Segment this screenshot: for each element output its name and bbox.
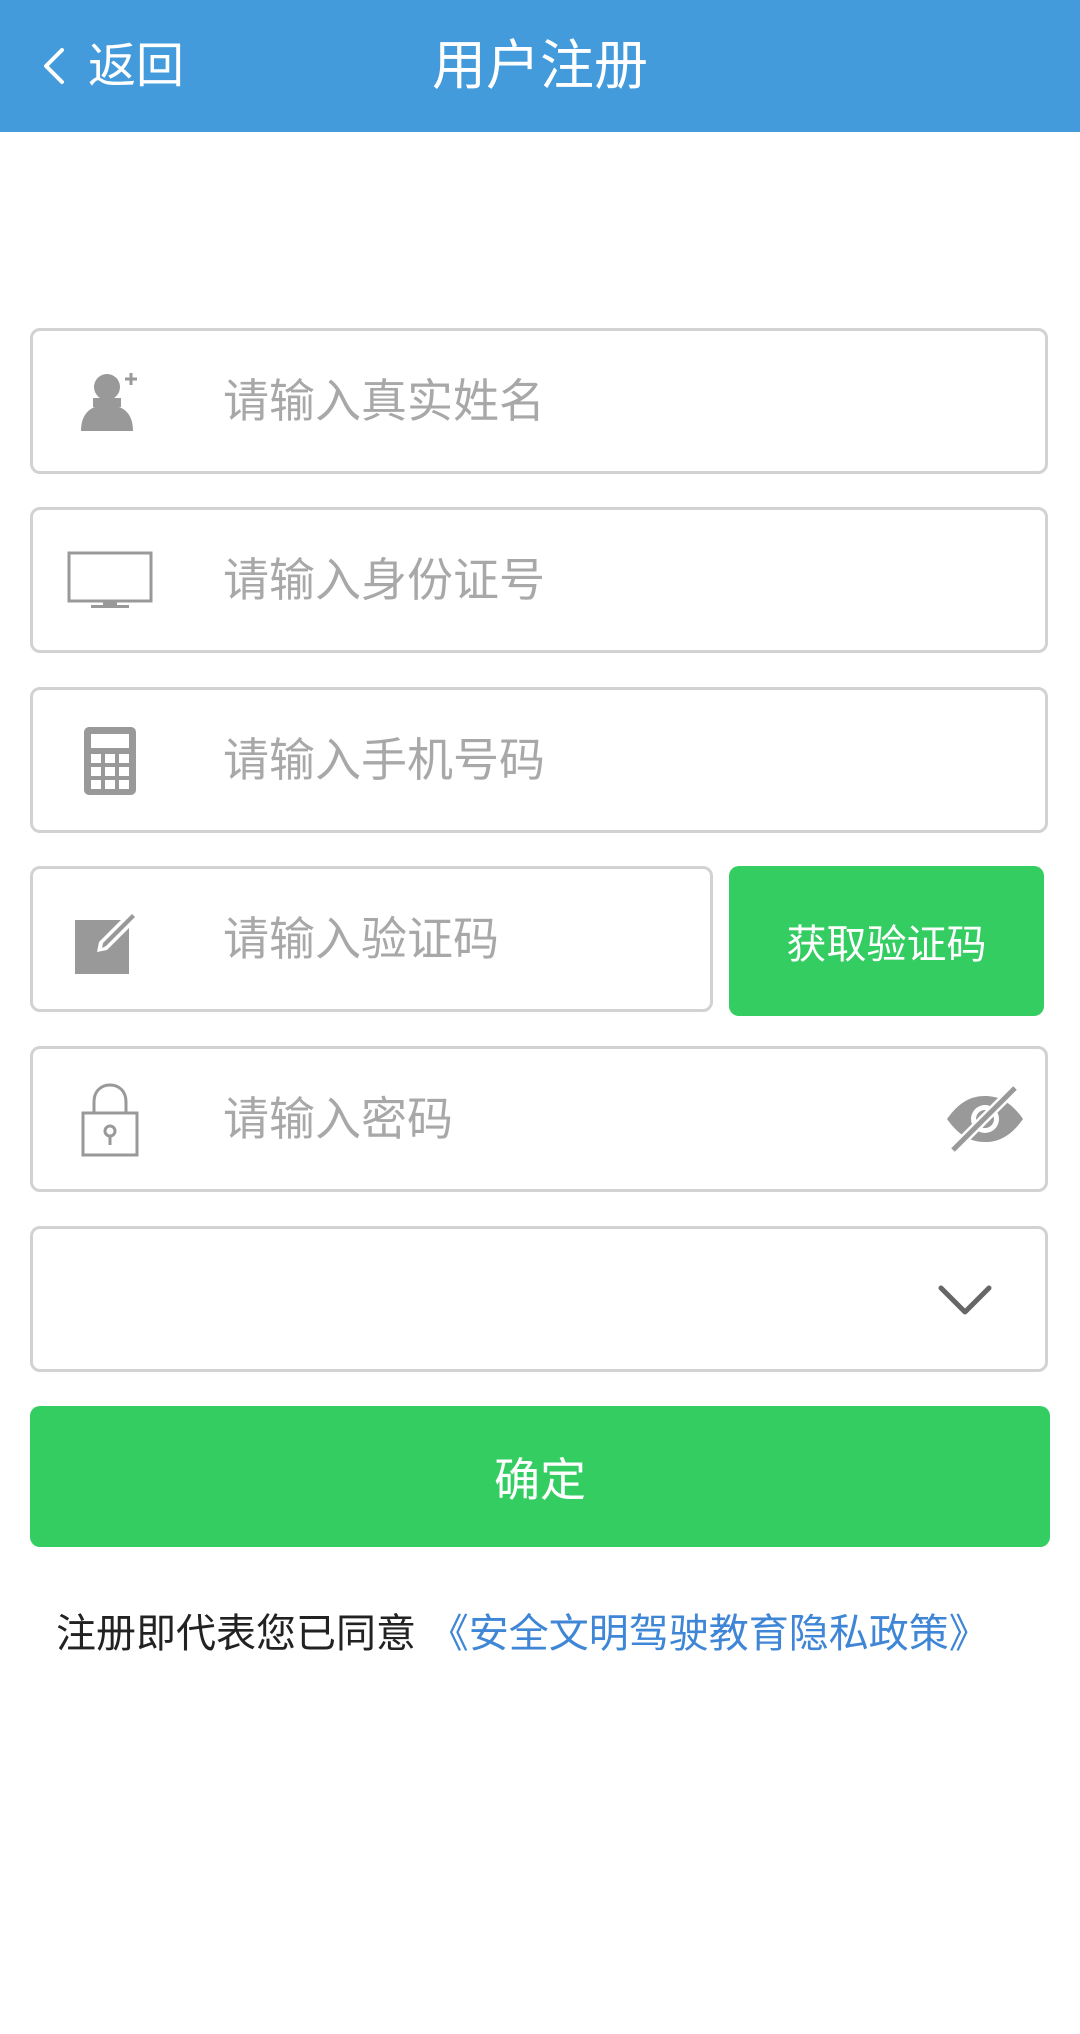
name-field bbox=[30, 328, 1048, 474]
back-button[interactable]: 返回 bbox=[40, 30, 184, 102]
type-select[interactable] bbox=[30, 1226, 1048, 1372]
id-number-field bbox=[30, 507, 1048, 653]
monitor-icon bbox=[67, 546, 153, 616]
user-add-icon bbox=[67, 367, 153, 437]
code-field bbox=[30, 866, 713, 1012]
get-code-button[interactable]: 获取验证码 bbox=[729, 866, 1044, 1016]
privacy-policy-link[interactable]: 《安全文明驾驶教育隐私政策》 bbox=[429, 1611, 989, 1657]
confirm-button[interactable]: 确定 bbox=[30, 1406, 1050, 1547]
agreement-text: 注册即代表您已同意 《安全文明驾驶教育隐私政策》 bbox=[56, 1600, 989, 1668]
eye-hidden-icon[interactable] bbox=[943, 1079, 1027, 1159]
agreement-prefix: 注册即代表您已同意 bbox=[56, 1611, 416, 1657]
phone-input[interactable] bbox=[223, 720, 923, 800]
lock-icon bbox=[67, 1083, 153, 1157]
chevron-left-icon bbox=[44, 48, 64, 84]
back-label: 返回 bbox=[88, 38, 185, 94]
calculator-icon bbox=[67, 726, 153, 796]
header-bar: 返回 用户注册 bbox=[0, 0, 1080, 132]
edit-icon bbox=[67, 905, 153, 975]
password-field bbox=[30, 1046, 1048, 1192]
name-input[interactable] bbox=[223, 361, 923, 441]
phone-field bbox=[30, 687, 1048, 833]
password-input[interactable] bbox=[223, 1079, 923, 1159]
id-number-input[interactable] bbox=[223, 540, 923, 620]
chevron-down-icon bbox=[935, 1273, 995, 1329]
code-input[interactable] bbox=[223, 899, 683, 979]
